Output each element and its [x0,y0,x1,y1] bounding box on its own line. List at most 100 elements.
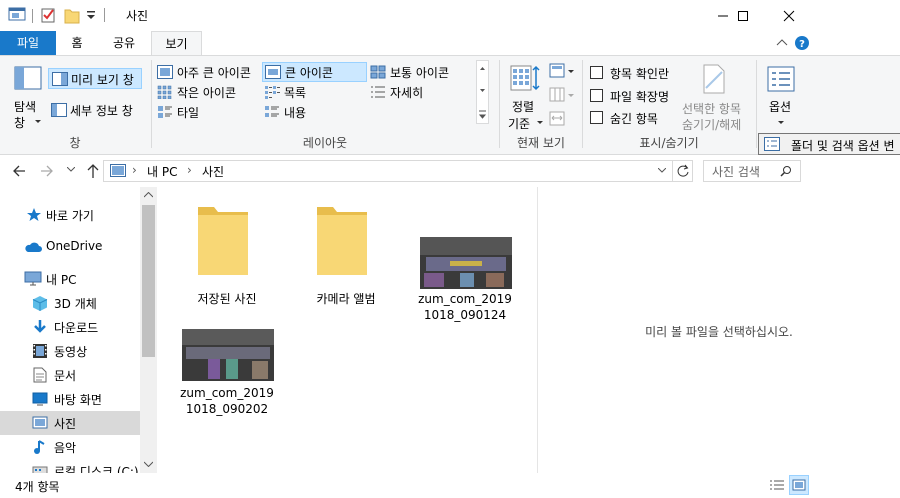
sort-by-button[interactable]: 정렬 기준 [504,60,544,131]
address-dropdown-icon[interactable] [658,168,666,174]
layout-large-icons[interactable]: 큰 아이콘 [262,62,367,82]
details-label: 자세히 [390,86,424,100]
help-icon[interactable]: ? [794,35,810,51]
item-name: 저장된 사진 [197,292,257,306]
layout-group-label: 레이아웃 [302,136,348,150]
large-icons-icon [265,65,281,79]
large-icons-view-toggle-icon[interactable] [789,475,809,495]
layout-details[interactable]: 자세히 [368,82,468,102]
back-arrow-icon[interactable] [12,164,26,178]
item-name-line2: 1018_090124 [423,308,507,322]
folder-item-saved-pictures[interactable]: 저장된 사진 [172,201,282,321]
hidden-items-toggle[interactable]: 숨긴 항목 [588,108,680,128]
layout-tiles[interactable]: 타일 [155,102,263,122]
folder-icon [196,205,252,277]
nav-item-documents[interactable]: 문서 [0,363,140,387]
nav-item-quick-access[interactable]: 바로 가기 [0,203,140,227]
nav-scrollbar[interactable] [140,187,157,473]
nav-item-this-pc[interactable]: 내 PC [0,267,140,291]
tab-home[interactable]: 홈 [56,31,98,55]
pictures-location-icon [110,164,126,178]
chevron-down-icon [537,121,543,125]
breadcrumb-pictures[interactable]: 사진 [202,163,224,180]
layout-extra-large-icons[interactable]: 아주 큰 아이콘 [155,62,263,82]
nav-item-label: 사진 [54,417,77,431]
extra-large-icons-label: 아주 큰 아이콘 [177,66,251,80]
nav-item-onedrive[interactable]: OneDrive [0,235,140,259]
nav-item-label: 문서 [54,369,77,383]
extra-large-icons-icon [157,65,173,79]
properties-check-icon[interactable] [40,6,56,24]
layout-small-icons[interactable]: 작은 아이콘 [155,82,263,102]
search-icon[interactable] [780,165,792,177]
folder-item-camera-roll[interactable]: 카메라 앨범 [291,201,401,321]
folder-options-icon [764,137,780,151]
current-view-group-label: 현재 보기 [517,136,565,150]
svg-text:?: ? [799,39,805,50]
options-tooltip: 폴더 및 검색 옵션 변 [758,133,900,155]
nav-item-local-disk[interactable]: 로컬 디스크 (C:) [0,459,140,473]
explorer-icon[interactable] [8,6,26,22]
address-bar[interactable]: › 내 PC › 사진 [103,160,693,182]
details-pane-label: 세부 정보 창 [70,104,133,118]
file-extensions-toggle[interactable]: 파일 확장명 [588,86,680,106]
image-item-090124[interactable]: zum_com_2019 1018_090124 [410,201,520,322]
tab-file[interactable]: 파일 [0,31,56,55]
search-placeholder: 사진 검색 [712,165,760,179]
content-view-icon [264,105,280,119]
breadcrumb-separator: › [187,163,192,177]
item-checkboxes-checkbox[interactable] [590,66,603,79]
nav-item-videos[interactable]: 동영상 [0,339,140,363]
customize-dropdown-icon[interactable] [86,9,96,21]
film-icon [32,343,48,359]
hide-selected-label: 선택한 항목 [682,102,742,116]
scroll-thumb[interactable] [142,205,155,357]
tab-share[interactable]: 공유 [102,31,146,55]
nav-item-3d-objects[interactable]: 3D 개체 [0,291,140,315]
nav-item-label: 3D 개체 [54,297,97,311]
search-input[interactable]: 사진 검색 [703,160,801,182]
small-icons-label: 작은 아이콘 [177,86,237,100]
status-bar: 4개 항목 [0,473,900,498]
hide-selected-items-button: 선택한 항목 숨기기/해제 [680,62,750,132]
collapse-ribbon-icon[interactable] [776,38,788,48]
navigation-pane-button[interactable]: 탐색 창 [8,60,46,132]
breadcrumb-this-pc[interactable]: 내 PC [147,163,177,180]
hidden-items-checkbox[interactable] [590,111,603,124]
star-icon [26,207,42,223]
file-extensions-checkbox[interactable] [590,89,603,102]
scroll-up-icon[interactable] [144,192,153,198]
layout-list[interactable]: 목록 [262,82,367,102]
group-by-icon[interactable] [549,63,575,79]
file-list: 저장된 사진 카메라 앨범 zum_com_2019 1018_090124 z… [160,187,536,473]
details-view-toggle-icon[interactable] [768,477,786,493]
tab-view[interactable]: 보기 [151,31,202,56]
nav-item-label: 내 PC [46,273,77,287]
image-item-090202[interactable]: zum_com_2019 1018_090202 [172,325,282,445]
nav-item-downloads[interactable]: 다운로드 [0,315,140,339]
options-button[interactable]: 옵션 [760,60,802,130]
forward-arrow-icon[interactable] [40,164,54,178]
refresh-icon[interactable] [676,164,690,178]
up-arrow-icon[interactable] [86,163,100,179]
details-pane-button[interactable]: 세부 정보 창 [48,100,142,121]
preview-pane-button[interactable]: 미리 보기 창 [48,68,142,89]
layout-medium-icons[interactable]: 보통 아이콘 [368,62,468,82]
nav-item-music[interactable]: 음악 [0,435,140,459]
item-checkboxes-toggle[interactable]: 항목 확인란 [588,63,680,83]
preview-pane-icon [52,72,68,86]
nav-item-desktop[interactable]: 바탕 화면 [0,387,140,411]
sort-by-label-line2: 기준 [508,117,531,131]
layout-content[interactable]: 내용 [262,102,367,122]
layout-gallery-scroll[interactable] [476,60,489,124]
nav-item-pictures[interactable]: 사진 [0,411,140,435]
list-view-icon [264,85,280,99]
nav-item-label: 음악 [54,441,77,455]
close-button[interactable] [766,0,812,31]
new-folder-icon[interactable] [64,6,80,24]
scroll-down-icon[interactable] [144,461,153,467]
recent-locations-chevron-icon[interactable] [67,167,75,173]
hide-selected-label-line2: 숨기기/해제 [682,118,742,132]
item-name: 카메라 앨범 [316,292,376,306]
maximize-button[interactable] [720,0,766,31]
